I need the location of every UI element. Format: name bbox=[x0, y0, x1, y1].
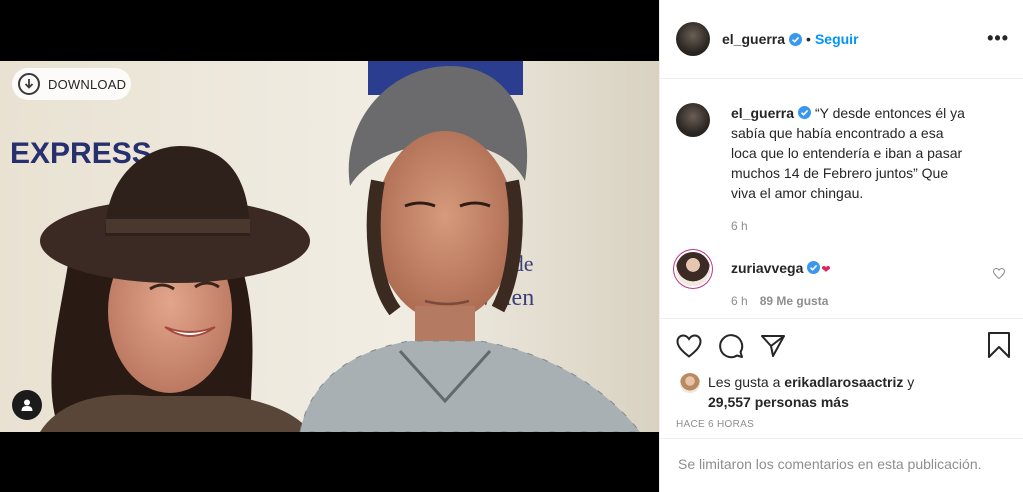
caption-time: 6 h bbox=[731, 219, 748, 233]
likes-text: Les gusta a erikadlarosaactriz y 29,557 … bbox=[708, 372, 914, 412]
comment-item: zuriavvega ❤ 6 h 89 Me gusta bbox=[676, 252, 1007, 308]
comment-avatar[interactable] bbox=[676, 252, 710, 286]
like-heart-icon[interactable] bbox=[676, 333, 702, 358]
post-media: EXPRESS U ía de W llen bbox=[0, 0, 659, 492]
post-header: el_guerra • Seguir bbox=[660, 0, 1023, 79]
comment-username[interactable]: zuriavvega bbox=[731, 260, 803, 276]
likes-prefix: Les gusta a bbox=[708, 374, 785, 390]
save-bookmark-icon[interactable] bbox=[987, 331, 1011, 364]
header-username[interactable]: el_guerra bbox=[722, 31, 785, 47]
post-sidebar: el_guerra • Seguir ••• el_guerra “Y desd… bbox=[659, 0, 1023, 492]
comment-likes[interactable]: 89 Me gusta bbox=[760, 294, 829, 308]
post-photo[interactable]: EXPRESS U ía de W llen bbox=[0, 61, 659, 432]
post-timestamp[interactable]: HACE 6 HORAS bbox=[660, 419, 1023, 430]
verified-badge-icon bbox=[807, 259, 821, 274]
caption-username[interactable]: el_guerra bbox=[731, 105, 794, 121]
comments-limited-notice: Se limitaron los comentarios en esta pub… bbox=[660, 438, 1023, 492]
heart-emoji: ❤ bbox=[821, 264, 831, 276]
likes-user[interactable]: erikadlarosaactriz bbox=[784, 374, 903, 390]
comments-section: el_guerra “Y desde entonces él ya sabía … bbox=[660, 79, 1023, 317]
follow-button[interactable]: Seguir bbox=[815, 31, 859, 47]
comment-like-heart-icon[interactable] bbox=[992, 266, 1006, 284]
likes-count[interactable]: 29,557 personas más bbox=[708, 394, 849, 410]
user-tag-icon[interactable] bbox=[12, 390, 42, 420]
caption-avatar[interactable] bbox=[676, 103, 710, 137]
caption: el_guerra “Y desde entonces él ya sabía … bbox=[676, 103, 1007, 233]
instagram-post: EXPRESS U ía de W llen bbox=[0, 0, 1023, 492]
download-button[interactable]: DOWNLOAD bbox=[12, 68, 131, 100]
download-label: DOWNLOAD bbox=[48, 76, 127, 92]
caption-text-block: el_guerra “Y desde entonces él ya sabía … bbox=[731, 103, 972, 203]
share-send-icon[interactable] bbox=[760, 334, 786, 358]
avatar[interactable] bbox=[676, 22, 710, 56]
comment-meta: 6 h 89 Me gusta bbox=[731, 294, 831, 308]
post-actions: Les gusta a erikadlarosaactriz y 29,557 … bbox=[660, 318, 1023, 430]
comment-time: 6 h bbox=[731, 294, 748, 308]
likes-summary: Les gusta a erikadlarosaactriz y 29,557 … bbox=[660, 372, 1023, 412]
download-arrow-icon bbox=[18, 73, 40, 95]
separator-dot: • bbox=[806, 31, 811, 47]
backdrop-express-text: EXPRESS bbox=[10, 137, 152, 170]
comment-text-block: zuriavvega ❤ bbox=[731, 258, 831, 280]
comment-bubble-icon[interactable] bbox=[718, 333, 744, 359]
liker-avatar[interactable] bbox=[680, 373, 700, 393]
more-options-icon[interactable]: ••• bbox=[987, 28, 1009, 49]
action-icons-row bbox=[660, 319, 1023, 372]
verified-badge-icon bbox=[798, 104, 812, 119]
likes-joiner: y bbox=[903, 374, 915, 390]
verified-badge-icon bbox=[789, 32, 803, 46]
